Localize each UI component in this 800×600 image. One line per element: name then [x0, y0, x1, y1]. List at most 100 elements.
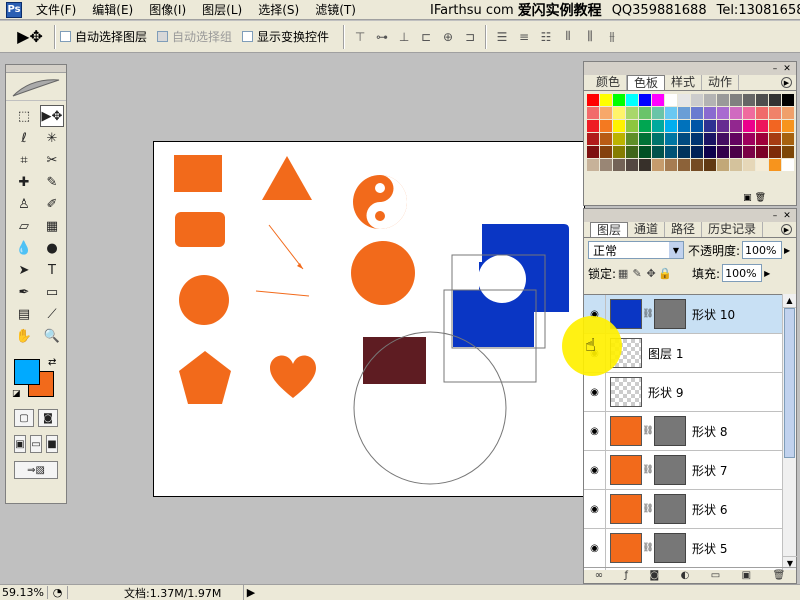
new-group-icon[interactable]: ▭	[711, 570, 720, 581]
swatch[interactable]	[639, 107, 651, 119]
swatch[interactable]	[743, 120, 755, 132]
layers-panel-titlebar[interactable]: – ✕	[584, 209, 796, 222]
orange-line[interactable]	[255, 290, 310, 297]
swatch[interactable]	[769, 133, 781, 145]
foreground-color[interactable]	[14, 359, 40, 385]
swatch[interactable]	[756, 107, 768, 119]
swatch[interactable]	[730, 107, 742, 119]
swatch[interactable]	[769, 146, 781, 158]
swatch[interactable]	[639, 159, 651, 171]
swatch[interactable]	[678, 133, 690, 145]
swatch[interactable]	[600, 146, 612, 158]
swatch[interactable]	[769, 94, 781, 106]
align-left-icon[interactable]: ⊏	[415, 26, 437, 48]
fill-input[interactable]: 100%	[722, 264, 763, 282]
swatch[interactable]	[639, 120, 651, 132]
swatch[interactable]	[600, 94, 612, 106]
dodge-tool-icon[interactable]: ●	[40, 237, 64, 259]
lock-transparency-icon[interactable]: ▦	[616, 267, 630, 280]
lasso-tool-icon[interactable]: ℓ	[12, 127, 36, 149]
swatch[interactable]	[743, 107, 755, 119]
link-layers-icon[interactable]: ∞	[595, 570, 603, 581]
swatch[interactable]	[756, 159, 768, 171]
layer-row[interactable]: ◉ 形状 9	[584, 373, 782, 412]
opacity-input[interactable]: 100%	[742, 241, 783, 259]
visibility-eye-icon[interactable]: ◉	[584, 529, 606, 567]
swatch[interactable]	[743, 94, 755, 106]
menu-layer[interactable]: 图层(L)	[194, 1, 250, 18]
jump-to-imageready-icon[interactable]: ⇒▧	[14, 461, 58, 479]
menu-filter[interactable]: 滤镜(T)	[307, 1, 364, 18]
distribute-left-icon[interactable]: ⫴	[557, 26, 579, 48]
swatch[interactable]	[730, 146, 742, 158]
swatch[interactable]	[665, 159, 677, 171]
quick-mask-mode-icon[interactable]: ◙	[38, 409, 58, 427]
align-top-icon[interactable]: ⊤	[349, 26, 371, 48]
lock-all-icon[interactable]: 🔒	[658, 267, 672, 280]
zoom-level[interactable]: 59.13%	[0, 586, 48, 599]
swatch[interactable]	[691, 107, 703, 119]
lock-position-icon[interactable]: ✥	[644, 267, 658, 280]
swatch[interactable]	[587, 133, 599, 145]
swatch[interactable]	[756, 133, 768, 145]
blend-mode-select[interactable]: 正常 ▼	[588, 241, 684, 259]
distribute-top-icon[interactable]: ☰	[491, 26, 513, 48]
clone-stamp-tool-icon[interactable]: ♙	[12, 193, 36, 215]
visibility-eye-icon[interactable]: ◉	[584, 412, 606, 450]
auto-select-layer-option[interactable]: 自动选择图层	[60, 28, 147, 45]
swatch[interactable]	[665, 94, 677, 106]
new-layer-icon[interactable]: ▣	[742, 570, 751, 581]
layer-thumbnail[interactable]	[610, 494, 642, 524]
swatch[interactable]	[613, 94, 625, 106]
swatch[interactable]	[626, 146, 638, 158]
distribute-bottom-icon[interactable]: ☷	[535, 26, 557, 48]
layer-row[interactable]: ◉ ⛓ 形状 8	[584, 412, 782, 451]
swatch[interactable]	[730, 94, 742, 106]
scroll-thumb[interactable]	[784, 308, 795, 458]
swatch[interactable]	[626, 94, 638, 106]
swatch[interactable]	[769, 107, 781, 119]
tab-styles[interactable]: 样式	[665, 75, 703, 90]
opacity-slider-icon[interactable]: ▶	[784, 246, 790, 255]
vector-mask-thumbnail[interactable]	[654, 533, 686, 563]
brush-tool-icon[interactable]: ✎	[40, 171, 64, 193]
vector-mask-thumbnail[interactable]	[654, 299, 686, 329]
swatch[interactable]	[587, 94, 599, 106]
full-screen-icon[interactable]: ■	[46, 435, 58, 453]
swatch[interactable]	[691, 120, 703, 132]
menu-image[interactable]: 图像(I)	[141, 1, 194, 18]
gradient-tool-icon[interactable]: ▦	[40, 215, 64, 237]
orange-pentagon[interactable]	[179, 351, 231, 404]
tab-color[interactable]: 颜色	[590, 75, 628, 90]
layer-thumbnail[interactable]	[610, 377, 642, 407]
swatch[interactable]	[600, 133, 612, 145]
swatch[interactable]	[639, 146, 651, 158]
status-menu-arrow-icon[interactable]: ▶	[244, 586, 258, 599]
mask-link-icon[interactable]: ⛓	[642, 465, 654, 475]
swatch[interactable]	[626, 159, 638, 171]
tab-paths[interactable]: 路径	[665, 222, 703, 237]
swatch[interactable]	[678, 146, 690, 158]
swatch[interactable]	[600, 159, 612, 171]
swatch[interactable]	[613, 133, 625, 145]
fill-slider-icon[interactable]: ▶	[764, 269, 770, 278]
eraser-tool-icon[interactable]: ▱	[12, 215, 36, 237]
layer-style-icon[interactable]: ƒ	[625, 570, 629, 581]
vector-mask-thumbnail[interactable]	[654, 416, 686, 446]
swatch[interactable]	[743, 133, 755, 145]
marquee-tool-icon[interactable]: ⬚	[12, 105, 36, 127]
show-transform-checkbox[interactable]	[242, 31, 254, 42]
add-mask-icon[interactable]: ◙	[649, 570, 659, 581]
layer-row[interactable]: ◉ ⛓ 形状 7	[584, 451, 782, 490]
adjustment-layer-icon[interactable]: ◐	[681, 570, 690, 581]
swatch[interactable]	[665, 146, 677, 158]
swatch[interactable]	[600, 120, 612, 132]
distribute-hcenter-icon[interactable]: ⫼	[579, 26, 601, 48]
orange-circle-large[interactable]	[351, 241, 415, 305]
crop-tool-icon[interactable]: ⌗	[12, 149, 36, 171]
orange-heart[interactable]	[270, 355, 316, 398]
close-icon[interactable]: ✕	[782, 211, 792, 221]
align-hcenter-icon[interactable]: ⊕	[437, 26, 459, 48]
swatch[interactable]	[691, 133, 703, 145]
layer-thumbnail[interactable]	[610, 455, 642, 485]
